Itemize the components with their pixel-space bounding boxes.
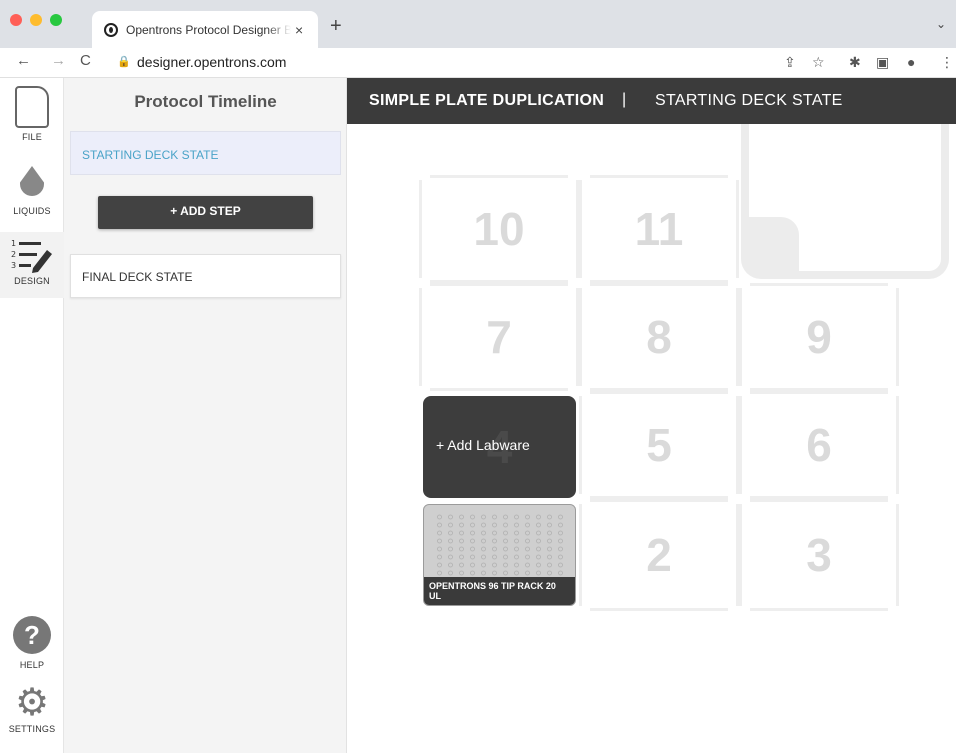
svg-text:2: 2: [11, 250, 16, 259]
slot-number: 9: [806, 311, 832, 363]
back-button[interactable]: ←: [16, 52, 31, 69]
new-tab-button[interactable]: +: [330, 15, 342, 38]
app-icon-sidebar: FILE LIQUIDS 1 2 3 DESIGN ? HELP ⚙ SETTI…: [0, 78, 64, 753]
header-separator: |: [622, 91, 627, 108]
slot-number: 7: [486, 311, 512, 363]
tiprack-wells: [434, 513, 568, 577]
sidebar-item-help[interactable]: ? HELP: [0, 616, 64, 670]
sidebar-item-label: FILE: [22, 132, 42, 142]
protocol-name: SIMPLE PLATE DUPLICATION: [369, 92, 605, 109]
tiprack-label: OPENTRONS 96 TIP RACK 20 UL: [424, 577, 575, 605]
slot-number: 10: [473, 203, 525, 255]
deck-slot-3[interactable]: 3: [739, 499, 899, 611]
deck-slot-6[interactable]: 6: [739, 391, 899, 499]
deck-slot-1-tiprack[interactable]: OPENTRONS 96 TIP RACK 20 UL: [423, 504, 576, 606]
tab-close-icon[interactable]: ×: [295, 22, 303, 38]
slot-number: 6: [806, 419, 832, 471]
sidebar-item-label: HELP: [19, 660, 45, 670]
deck-state-title: STARTING DECK STATE: [655, 92, 843, 109]
browser-toolbar: ← → C 🔒 designer.opentrons.com ⇪ ☆ ✱ ▣ ●…: [0, 48, 956, 78]
add-labware-button[interactable]: + Add Labware: [436, 437, 530, 453]
liquid-drop-icon: [20, 166, 44, 196]
slot-number: 8: [646, 311, 672, 363]
svg-text:3: 3: [11, 261, 16, 270]
deck-slot-11[interactable]: 11: [579, 175, 739, 283]
deck-slot-8[interactable]: 8: [579, 283, 739, 391]
deck-slot-4[interactable]: 4 + Add Labware: [423, 396, 576, 498]
close-window-button[interactable]: [10, 14, 22, 26]
help-icon: ?: [13, 616, 51, 654]
browser-tab[interactable]: Opentrons Protocol Designer BETA ×: [92, 11, 318, 48]
slot-number: 11: [634, 203, 684, 255]
slot-number: 5: [646, 419, 672, 471]
sidebar-item-settings[interactable]: ⚙ SETTINGS: [0, 684, 64, 734]
reload-button[interactable]: C: [80, 52, 91, 69]
share-icon[interactable]: ⇪: [784, 54, 796, 71]
forward-button[interactable]: →: [51, 52, 66, 69]
deck-slot-7[interactable]: 7: [419, 283, 579, 391]
sidebar-item-label: LIQUIDS: [13, 206, 51, 216]
sidebar-item-label: SETTINGS: [8, 724, 56, 734]
add-step-button[interactable]: + ADD STEP: [98, 196, 313, 229]
sidebar-item-liquids[interactable]: LIQUIDS: [0, 166, 64, 216]
deck-slot-10[interactable]: 10: [419, 175, 579, 283]
slot-number: 2: [646, 529, 672, 581]
file-icon: [15, 86, 49, 128]
extensions-icon[interactable]: ✱: [849, 54, 861, 71]
timeline-title: Protocol Timeline: [134, 92, 277, 111]
browser-tab-bar: Opentrons Protocol Designer BETA × + ⌄: [0, 0, 956, 48]
deck-slot-5[interactable]: 5: [579, 391, 739, 499]
minimize-window-button[interactable]: [30, 14, 42, 26]
slot-number: 3: [806, 529, 832, 581]
trash-bin-notch: [749, 217, 799, 273]
protocol-timeline: Protocol Timeline STARTING DECK STATE + …: [64, 78, 347, 753]
final-deck-state-item[interactable]: FINAL DECK STATE: [70, 254, 341, 298]
maximize-window-button[interactable]: [50, 14, 62, 26]
profile-avatar-icon[interactable]: ●: [907, 54, 915, 70]
sidebar-item-label: DESIGN: [14, 276, 50, 286]
bookmark-star-icon[interactable]: ☆: [812, 54, 825, 71]
deck-slot-9[interactable]: 9: [739, 283, 899, 391]
starting-deck-state-item[interactable]: STARTING DECK STATE: [70, 131, 341, 175]
deck-map: SIMPLE PLATE DUPLICATION | STARTING DECK…: [347, 78, 956, 753]
more-menu-icon[interactable]: ⋮: [940, 54, 954, 71]
side-panel-icon[interactable]: ▣: [876, 54, 889, 71]
sidebar-item-file[interactable]: FILE: [0, 86, 64, 142]
opentrons-favicon-icon: [104, 22, 118, 37]
svg-text:1: 1: [11, 239, 16, 248]
gear-icon: ⚙: [14, 682, 50, 724]
tab-title: Opentrons Protocol Designer BETA: [126, 22, 291, 37]
deck-slot-2[interactable]: 2: [579, 499, 739, 611]
design-list-icon: 1 2 3: [11, 239, 52, 273]
tab-menu-icon[interactable]: ⌄: [936, 17, 946, 31]
address-bar[interactable]: designer.opentrons.com: [137, 54, 286, 70]
lock-icon: 🔒: [117, 56, 131, 68]
sidebar-item-design[interactable]: 1 2 3 DESIGN: [0, 232, 64, 298]
deck-header: SIMPLE PLATE DUPLICATION | STARTING DECK…: [347, 78, 956, 124]
